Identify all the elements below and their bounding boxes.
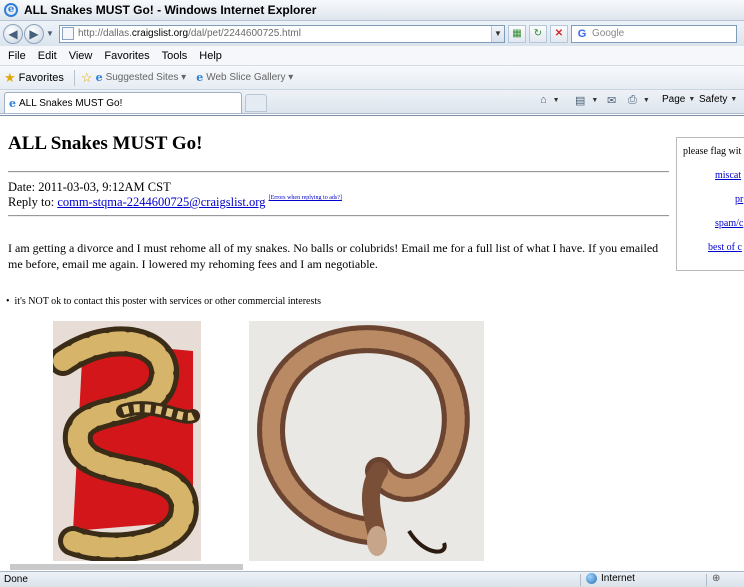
- compatibility-view-button[interactable]: ▦: [508, 24, 526, 43]
- tab-row: e ALL Snakes MUST Go! ⌂ ▼ ▤ ▼ ✉ ⎙ ▼ Page ▼ S…: [0, 90, 744, 114]
- zoom-icon[interactable]: ⊕: [712, 573, 720, 584]
- menu-tools[interactable]: Tools: [156, 50, 194, 62]
- status-divider-2: [706, 574, 707, 586]
- add-to-favorites-icon[interactable]: ☆: [81, 70, 93, 86]
- print-button[interactable]: ⎙ ▼: [628, 94, 650, 107]
- reply-label: Reply to:: [8, 195, 58, 209]
- home-dropdown-icon: ▼: [552, 96, 560, 104]
- url-path: /dal/pet/2244600725.html: [188, 28, 301, 39]
- internet-explorer-icon: e: [4, 3, 18, 17]
- print-icon: ⎙: [628, 94, 637, 106]
- reply-errors-link[interactable]: [Errors when replying to ads?]: [269, 195, 342, 201]
- address-bar[interactable]: http://dallas.craigslist.org/dal/pet/224…: [59, 24, 505, 43]
- menu-view[interactable]: View: [63, 50, 99, 62]
- menu-edit[interactable]: Edit: [32, 50, 63, 62]
- home-button[interactable]: ⌂ ▼: [540, 94, 560, 106]
- web-slice-icon: e: [196, 71, 204, 84]
- search-placeholder: Google: [592, 28, 625, 39]
- page-content: ALL Snakes MUST Go! Date: 2011-03-03, 9:…: [0, 115, 744, 571]
- header-divider: [8, 215, 669, 217]
- page-dropdown-icon: ▼: [688, 96, 696, 103]
- rss-feed-icon: ▤: [575, 95, 586, 107]
- suggested-sites-icon: e: [95, 71, 103, 84]
- status-bar: Done Internet ⊕: [0, 571, 744, 587]
- flag-miscategorized-link[interactable]: miscat: [715, 170, 741, 181]
- tab-page-icon: e: [9, 96, 16, 110]
- feeds-button[interactable]: ▤ ▼: [575, 94, 598, 107]
- suggested-sites-label: Suggested Sites: [105, 72, 179, 83]
- feeds-dropdown-icon: ▼: [591, 97, 599, 104]
- flag-spam-link[interactable]: spam/c: [715, 218, 743, 229]
- flag-best-of-link[interactable]: best of c: [708, 242, 742, 253]
- address-dropdown-button[interactable]: ▼: [491, 25, 504, 42]
- home-icon: ⌂: [540, 94, 547, 106]
- page-icon: [62, 27, 74, 40]
- google-icon: G: [577, 27, 587, 40]
- security-zone-label: Internet: [601, 573, 635, 584]
- post-date: Date: 2011-03-03, 9:12AM CST: [8, 180, 171, 194]
- favorites-bar: ★ Favorites ☆ e Suggested Sites ▾ e Web Sl…: [0, 66, 744, 90]
- reply-line: Reply to: comm-stqma-2244600725@craigsli…: [8, 195, 342, 210]
- poster-notice-text: it's NOT ok to contact this poster with …: [14, 296, 322, 307]
- address-toolbar: ◀ ▶ ▼ http://dallas.craigslist.org/dal/p…: [0, 21, 744, 46]
- status-text: Done: [4, 574, 28, 585]
- web-slice-label: Web Slice Gallery: [206, 72, 286, 83]
- page-menu-label: Page: [662, 94, 686, 105]
- snake-photo-1[interactable]: [53, 321, 201, 561]
- poster-notice: • it's NOT ok to contact this poster wit…: [6, 296, 322, 307]
- flag-heading: please flag wit: [683, 146, 742, 157]
- print-dropdown-icon: ▼: [642, 97, 650, 104]
- internet-globe-icon: [586, 573, 597, 584]
- safety-menu[interactable]: Safety ▼: [699, 94, 737, 105]
- window-title: ALL Snakes MUST Go! - Windows Internet E…: [24, 3, 317, 17]
- web-slice-gallery-link[interactable]: e Web Slice Gallery ▾: [196, 71, 293, 84]
- refresh-button[interactable]: ↻: [529, 24, 547, 43]
- suggested-sites-link[interactable]: e Suggested Sites ▾: [96, 71, 187, 84]
- reply-email-link[interactable]: comm-stqma-2244600725@craigslist.org: [57, 195, 265, 209]
- title-divider: [8, 171, 669, 173]
- url-domain: craigslist.org: [131, 28, 189, 39]
- forward-button[interactable]: ▶: [24, 23, 44, 44]
- menu-help[interactable]: Help: [193, 50, 228, 62]
- search-box[interactable]: G Google: [571, 24, 737, 43]
- mail-icon: ✉: [607, 95, 617, 107]
- snake-photo-2[interactable]: [249, 321, 484, 561]
- menu-file[interactable]: File: [2, 50, 32, 62]
- tab-active[interactable]: e ALL Snakes MUST Go!: [4, 92, 242, 113]
- favorites-button[interactable]: Favorites: [19, 72, 64, 84]
- status-divider-1: [580, 574, 581, 586]
- favorites-star-icon: ★: [4, 69, 16, 85]
- menu-favorites[interactable]: Favorites: [98, 50, 155, 62]
- recent-pages-dropdown[interactable]: ▼: [45, 29, 55, 38]
- url-prefix: http://dallas.: [78, 28, 132, 39]
- post-title: ALL Snakes MUST Go!: [8, 133, 203, 154]
- post-body: I am getting a divorce and I must rehome…: [8, 241, 659, 271]
- safety-menu-label: Safety: [699, 94, 728, 105]
- flag-prohibited-link[interactable]: pr: [735, 194, 743, 205]
- back-button[interactable]: ◀: [3, 23, 23, 44]
- stop-button[interactable]: ✕: [550, 24, 568, 43]
- photo-scrollbar[interactable]: [10, 564, 243, 570]
- read-mail-button[interactable]: ✉: [607, 94, 619, 107]
- window-title-bar: e ALL Snakes MUST Go! - Windows Internet…: [0, 0, 744, 21]
- address-url[interactable]: http://dallas.craigslist.org/dal/pet/224…: [78, 28, 491, 39]
- menu-bar: File Edit View Favorites Tools Help: [0, 46, 744, 66]
- flag-box: please flag wit miscat pr spam/c best of…: [676, 137, 744, 271]
- safety-dropdown-icon: ▼: [730, 96, 738, 103]
- page-menu[interactable]: Page ▼: [662, 94, 695, 105]
- favorites-separator: [73, 69, 75, 86]
- security-zone[interactable]: Internet: [586, 573, 635, 584]
- tab-title: ALL Snakes MUST Go!: [19, 97, 123, 109]
- new-tab-button[interactable]: [245, 94, 267, 112]
